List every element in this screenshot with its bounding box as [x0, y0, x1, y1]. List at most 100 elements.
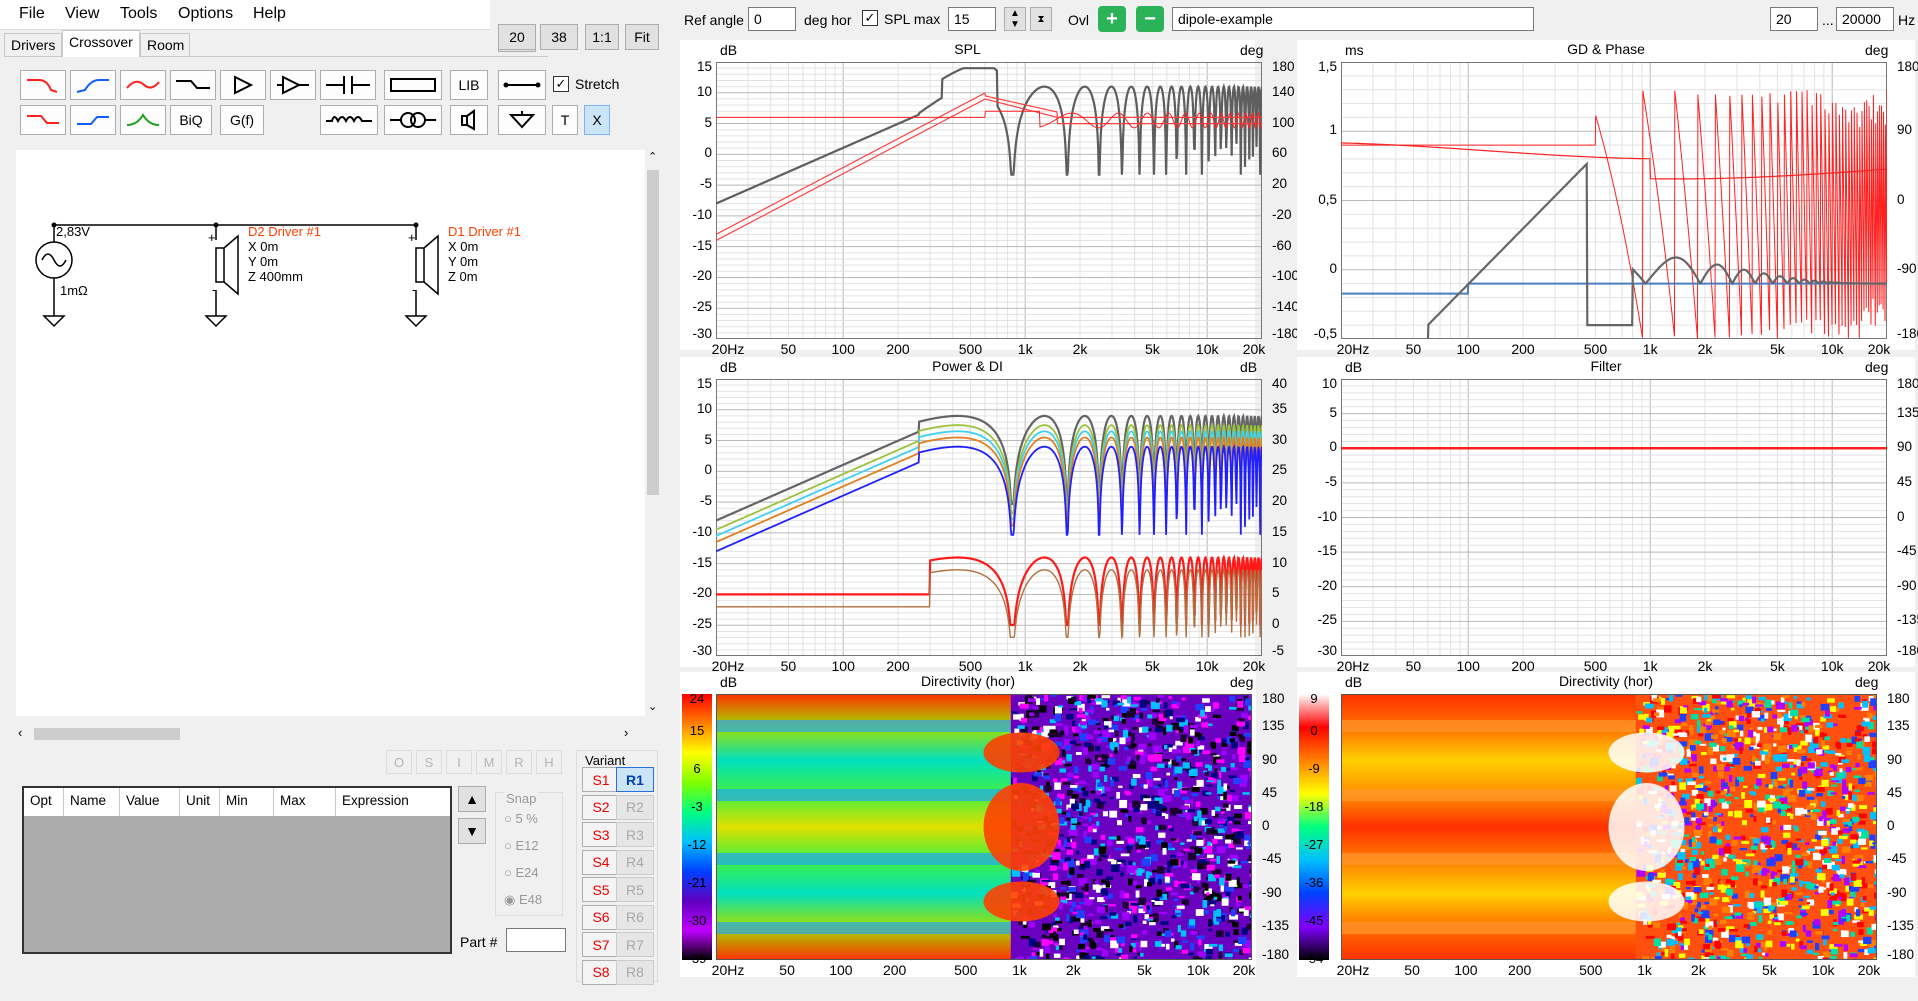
driver-button[interactable]	[450, 105, 488, 135]
spl-max-input[interactable]	[948, 7, 996, 31]
power-chart-panel[interactable]: Power & DI dB dB 15 10 5 0 -5 -10 -15 -20 -25 -30 40 3…	[680, 357, 1287, 674]
scroll-left-icon[interactable]: ‹	[18, 725, 22, 740]
menu-tools[interactable]: Tools	[120, 5, 157, 23]
biquad-button[interactable]: BiQ	[170, 105, 212, 135]
menu-file[interactable]: File	[19, 5, 45, 23]
col-name[interactable]: Name	[64, 788, 120, 816]
bandpass-green-button[interactable]	[120, 105, 166, 135]
spl-max-checkbox[interactable]: ✓	[862, 10, 878, 26]
col-expression[interactable]: Expression	[336, 788, 450, 816]
highpass-blue-button[interactable]	[70, 70, 116, 100]
col-value[interactable]: Value	[120, 788, 180, 816]
op-o-button[interactable]: O	[386, 750, 412, 774]
col-unit[interactable]: Unit	[180, 788, 220, 816]
op-i-button[interactable]: I	[446, 750, 472, 774]
spl-spinner-button[interactable]: ▲ ▼	[1004, 7, 1026, 31]
op-m-button[interactable]: M	[476, 750, 502, 774]
variant-r1-button[interactable]: R1	[616, 767, 654, 792]
variant-r8-button[interactable]: R8	[616, 959, 654, 985]
resistor-button[interactable]	[384, 70, 442, 100]
variant-s3-button[interactable]: S3	[582, 822, 620, 847]
freq-max-input[interactable]	[1836, 7, 1894, 31]
variant-s5-button[interactable]: S5	[582, 877, 620, 902]
zoom-38-button[interactable]: 38	[540, 24, 578, 50]
stretch-checkbox[interactable]: ✓	[553, 76, 569, 92]
hscroll-thumb[interactable]	[34, 728, 180, 740]
dir1-chart-panel[interactable]: Directivity (hor) dB deg 24 15 6 -3 -12 -21 -30 -3…	[680, 672, 1289, 978]
schematic-hscrollbar[interactable]: ‹ ›	[16, 724, 645, 744]
menu-view[interactable]: View	[65, 5, 99, 23]
ref-angle-input[interactable]	[748, 7, 796, 31]
highpass-blue-2-button[interactable]	[70, 105, 116, 135]
lowpass-red-2-button[interactable]	[20, 105, 66, 135]
move-down-button[interactable]: ▼	[458, 818, 486, 844]
spl-plot-area[interactable]	[716, 62, 1262, 339]
vscroll-thumb[interactable]	[647, 170, 659, 495]
spl-reset-button[interactable]: ⧗	[1030, 7, 1052, 31]
zoom-fit-button[interactable]: Fit	[625, 24, 659, 50]
allpass-red-button[interactable]	[120, 70, 166, 100]
col-opt[interactable]: Opt	[24, 788, 64, 816]
variant-s2-button[interactable]: S2	[582, 794, 620, 820]
freq-min-input[interactable]	[1770, 7, 1818, 31]
ground-button[interactable]	[498, 105, 546, 135]
variant-s1-button[interactable]: S1	[582, 767, 620, 792]
tab-room[interactable]: Room	[140, 33, 190, 57]
filter-chart-panel[interactable]: Filter dB deg 10 5 0 -5 -10 -15 -20 -25 -30 180 135 90…	[1297, 357, 1918, 674]
snap-option-e12[interactable]: ○ E12	[504, 838, 539, 853]
variant-r3-button[interactable]: R3	[616, 822, 654, 847]
scroll-right-icon[interactable]: ›	[624, 725, 628, 740]
snap-option-e24[interactable]: ○ E24	[504, 865, 539, 880]
dir2-chart-panel[interactable]: Directivity (hor) dB deg 9 0 -9 -18 -27 -36 -45 -5…	[1297, 672, 1915, 978]
variant-r6-button[interactable]: R6	[616, 904, 654, 930]
optimizer-table[interactable]: Opt Name Value Unit Min Max Expression	[22, 786, 452, 954]
scroll-down-icon[interactable]: ⌄	[648, 700, 657, 713]
shelf-button[interactable]	[170, 70, 216, 100]
zoom-20-button[interactable]: 20	[498, 24, 536, 50]
col-min[interactable]: Min	[220, 788, 274, 816]
move-up-button[interactable]: ▲	[458, 786, 486, 812]
transfer-function-button[interactable]: G(f)	[220, 105, 264, 135]
wire-button[interactable]	[498, 70, 546, 100]
project-name-input[interactable]	[1172, 7, 1534, 31]
scroll-up-icon[interactable]: ⌃	[648, 150, 657, 163]
driver2-label[interactable]: D2 Driver #1 X 0m Y 0m Z 400mm	[248, 224, 321, 284]
op-s-button[interactable]: S	[416, 750, 442, 774]
variant-s6-button[interactable]: S6	[582, 904, 620, 930]
amplifier-button[interactable]	[220, 70, 266, 100]
inductor-button[interactable]	[320, 105, 378, 135]
add-overlay-button[interactable]: +	[1098, 6, 1126, 32]
menu-options[interactable]: Options	[178, 5, 233, 23]
filter-plot-area[interactable]	[1341, 379, 1887, 656]
menu-help[interactable]: Help	[253, 5, 286, 23]
gd-chart-panel[interactable]: GD & Phase ms deg 1,5 1 0,5 0 -0,5 180 90 0 -90 -180…	[1297, 40, 1918, 357]
part-input[interactable]	[506, 928, 566, 952]
power-plot-area[interactable]	[716, 379, 1262, 656]
spl-chart-panel[interactable]: SPL dB deg 15 10 5 0 -5 -10 -15 -20 -25 -30 180 140 100…	[680, 40, 1299, 357]
library-button[interactable]: LIB	[450, 70, 488, 100]
variant-r5-button[interactable]: R5	[616, 877, 654, 902]
text-button[interactable]: T	[552, 105, 578, 135]
variant-r4-button[interactable]: R4	[616, 849, 654, 875]
schematic-canvas[interactable]: 2,83V 1mΩ + - + - D2 Driver #1 X 0m Y 0m…	[16, 150, 645, 716]
op-r-button[interactable]: R	[506, 750, 532, 774]
op-h-button[interactable]: H	[536, 750, 562, 774]
variant-s4-button[interactable]: S4	[582, 849, 620, 875]
snap-option-5[interactable]: ○ 5 %	[504, 811, 538, 826]
tab-crossover[interactable]: Crossover	[62, 30, 140, 57]
col-max[interactable]: Max	[274, 788, 336, 816]
remove-overlay-button[interactable]: −	[1136, 6, 1164, 32]
lowpass-red-button[interactable]	[20, 70, 66, 100]
dir2-plot-area[interactable]	[1341, 694, 1877, 960]
snap-option-e48[interactable]: ◉ E48	[504, 892, 542, 908]
tab-drivers[interactable]: Drivers	[4, 33, 62, 57]
gd-plot-area[interactable]	[1341, 62, 1887, 339]
buffer-button[interactable]	[270, 70, 316, 100]
capacitor-button[interactable]	[320, 70, 376, 100]
zoom-1to1-button[interactable]: 1:1	[585, 24, 619, 50]
transformer-button[interactable]	[384, 105, 442, 135]
dir1-plot-area[interactable]	[716, 694, 1252, 960]
delete-x-button[interactable]: X	[584, 105, 610, 135]
variant-r7-button[interactable]: R7	[616, 932, 654, 957]
variant-s7-button[interactable]: S7	[582, 932, 620, 957]
